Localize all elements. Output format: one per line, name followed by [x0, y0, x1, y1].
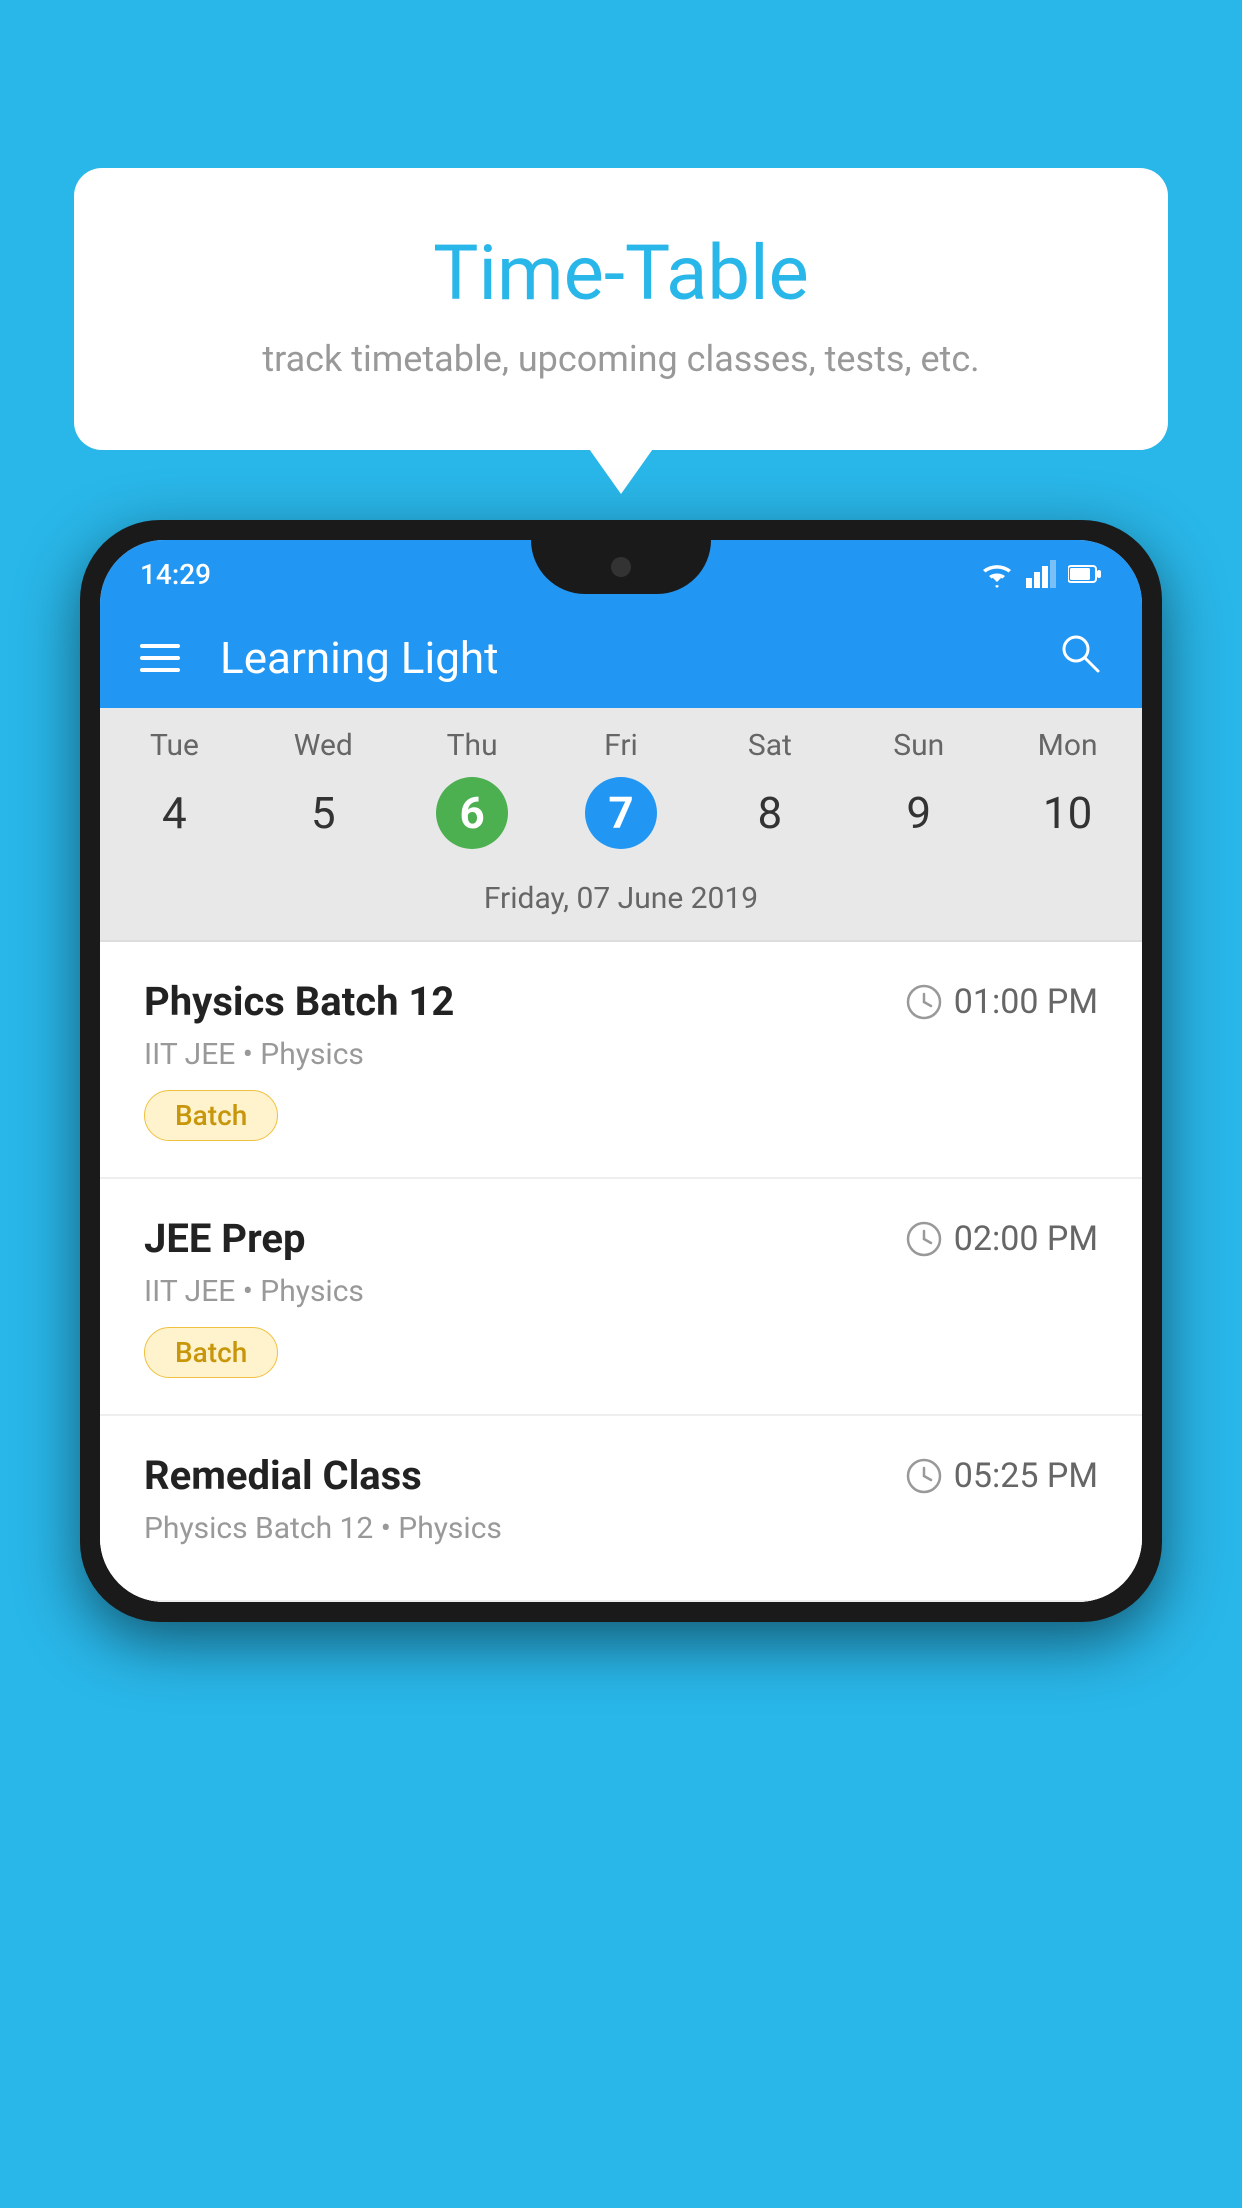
clock-icon: [906, 1221, 942, 1257]
schedule-item[interactable]: JEE Prep 02:00 PM IIT JEE • Physics Batch: [100, 1179, 1142, 1416]
schedule-item-title: JEE Prep: [144, 1215, 305, 1262]
calendar-day-num[interactable]: 9: [883, 777, 955, 849]
calendar-day-col[interactable]: Tue 4: [100, 728, 249, 865]
schedule-item-meta: IIT JEE • Physics: [144, 1037, 1098, 1072]
calendar-day-num[interactable]: 5: [287, 777, 359, 849]
calendar-day-name: Tue: [100, 728, 249, 763]
selected-date-label: Friday, 07 June 2019: [100, 865, 1142, 942]
app-title: Learning Light: [220, 632, 1058, 684]
calendar-day-num[interactable]: 4: [138, 777, 210, 849]
calendar-day-name: Sat: [695, 728, 844, 763]
clock-icon: [906, 984, 942, 1020]
phone-inner: 14:29: [100, 540, 1142, 1602]
status-bar: 14:29: [100, 540, 1142, 608]
tooltip-title: Time-Table: [134, 228, 1108, 318]
battery-icon: [1068, 564, 1102, 584]
schedule-item-meta: IIT JEE • Physics: [144, 1274, 1098, 1309]
schedule-item[interactable]: Remedial Class 05:25 PM Physics Batch 12 •…: [100, 1416, 1142, 1602]
tooltip-subtitle: track timetable, upcoming classes, tests…: [134, 338, 1108, 380]
schedule-item-time: 01:00 PM: [906, 982, 1098, 1022]
calendar-day-num[interactable]: 8: [734, 777, 806, 849]
schedule-item-meta: Physics Batch 12 • Physics: [144, 1511, 1098, 1546]
signal-icon: [1026, 560, 1056, 588]
calendar-day-num[interactable]: 6: [436, 777, 508, 849]
schedule-item-time: 05:25 PM: [906, 1456, 1098, 1496]
wifi-icon: [980, 560, 1014, 588]
search-button[interactable]: [1058, 631, 1102, 686]
hamburger-menu-icon[interactable]: [140, 644, 180, 672]
batch-tag: Batch: [144, 1090, 278, 1141]
phone-notch: [531, 540, 711, 594]
status-time: 14:29: [140, 558, 211, 591]
calendar-day-col[interactable]: Sun 9: [844, 728, 993, 865]
schedule-item-title: Remedial Class: [144, 1452, 422, 1499]
calendar-day-col[interactable]: Wed 5: [249, 728, 398, 865]
calendar-day-col[interactable]: Mon 10: [993, 728, 1142, 865]
schedule-item-time: 02:00 PM: [906, 1219, 1098, 1259]
batch-tag: Batch: [144, 1327, 278, 1378]
calendar-day-num[interactable]: 7: [585, 777, 657, 849]
calendar-day-name: Wed: [249, 728, 398, 763]
tooltip-card: Time-Table track timetable, upcoming cla…: [74, 168, 1168, 450]
phone-outer: 14:29: [80, 520, 1162, 1622]
calendar-day-col[interactable]: Fri 7: [547, 728, 696, 865]
calendar-day-name: Thu: [398, 728, 547, 763]
phone-mockup: 14:29: [80, 520, 1162, 2208]
schedule-item-title: Physics Batch 12: [144, 978, 454, 1025]
schedule-list: Physics Batch 12 01:00 PM IIT JEE • Physic…: [100, 942, 1142, 1602]
calendar-day-name: Sun: [844, 728, 993, 763]
calendar-day-num[interactable]: 10: [1032, 777, 1104, 849]
app-header: Learning Light: [100, 608, 1142, 708]
calendar-day-col[interactable]: Sat 8: [695, 728, 844, 865]
calendar-day-col[interactable]: Thu 6: [398, 728, 547, 865]
calendar-week: Tue 4 Wed 5 Thu 6 Fri 7 Sat 8 Sun 9 Mon 10: [100, 708, 1142, 865]
status-icons: [980, 560, 1102, 588]
schedule-item[interactable]: Physics Batch 12 01:00 PM IIT JEE • Physic…: [100, 942, 1142, 1179]
calendar-day-name: Fri: [547, 728, 696, 763]
calendar-day-name: Mon: [993, 728, 1142, 763]
clock-icon: [906, 1458, 942, 1494]
camera-dot: [611, 557, 631, 577]
